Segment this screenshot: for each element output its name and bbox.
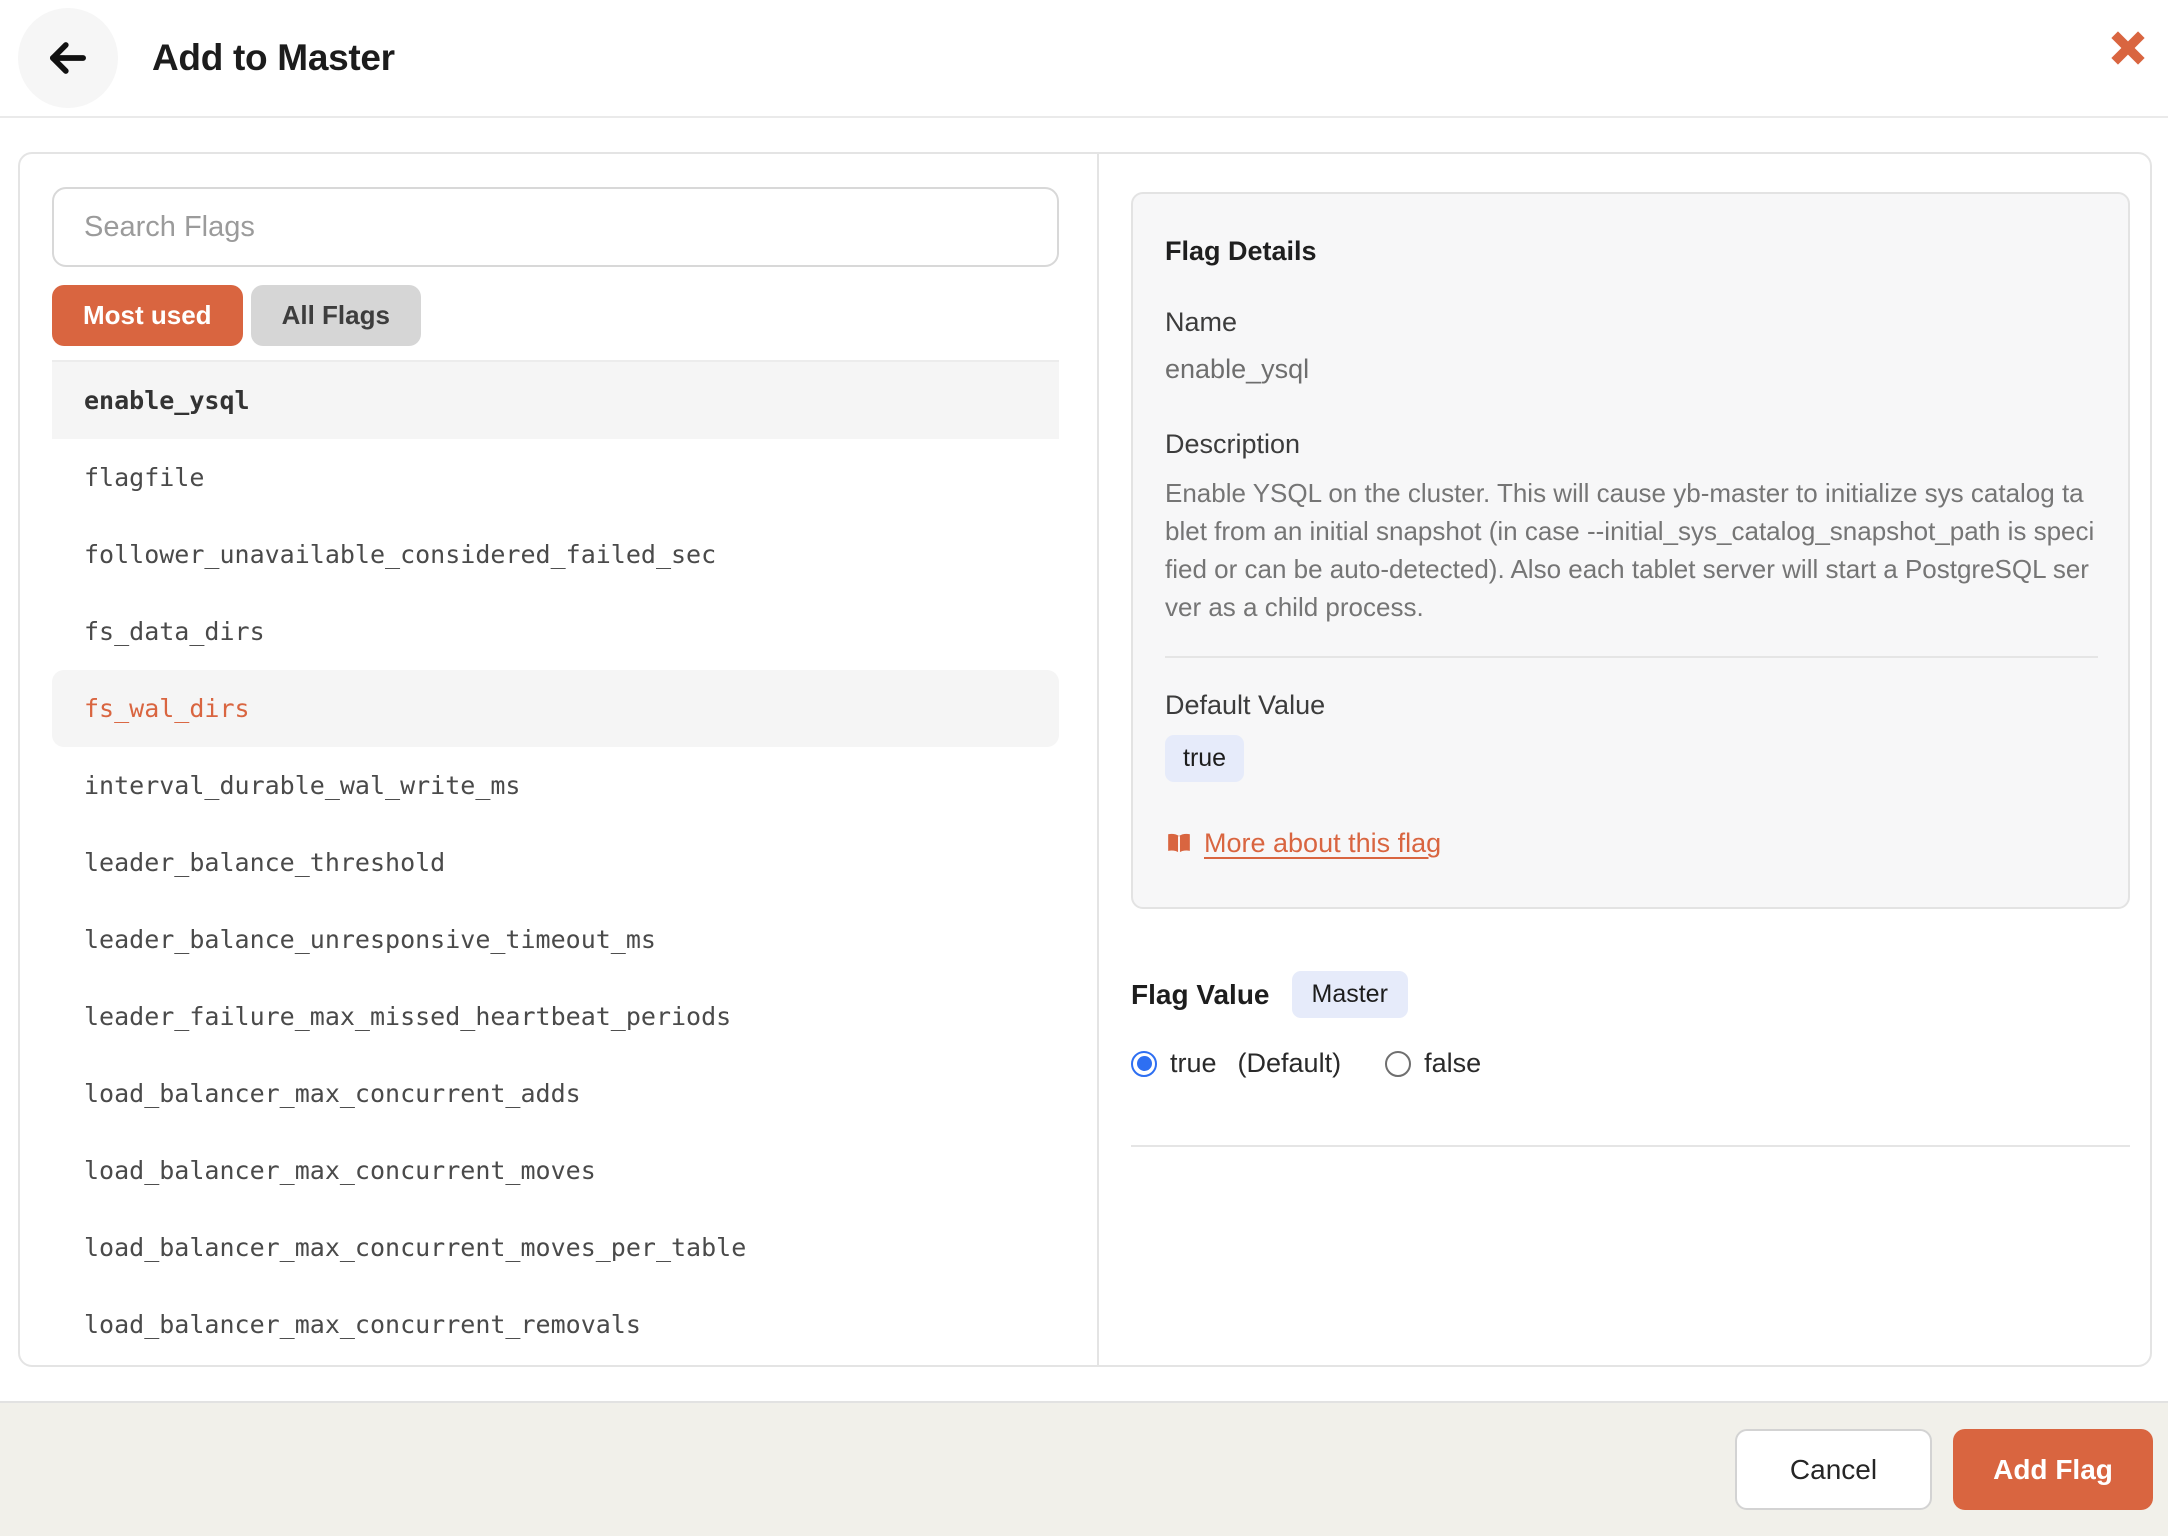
more-link-label: More about this flag [1204,828,1441,859]
flag-list-item[interactable]: load_balancer_max_concurrent_adds [52,1055,1059,1132]
flag-list-item[interactable]: load_balancer_max_concurrent_moves_per_t… [52,1209,1059,1286]
radio-option-true[interactable]: true (Default) [1131,1048,1341,1079]
radio-label-suffix: (Default) [1238,1048,1342,1079]
description-label: Description [1165,429,2098,460]
flag-value-radio-group: true (Default) false [1131,1048,2130,1079]
flag-list-item[interactable]: leader_balance_threshold [52,824,1059,901]
flag-list-pane: Most used All Flags enable_ysql flagfile… [20,154,1099,1365]
flag-list-item[interactable]: fs_wal_dirs [52,670,1059,747]
radio-selected-icon [1131,1051,1157,1077]
arrow-left-icon [42,32,94,84]
default-value-badge: true [1165,735,1244,782]
flag-list-item[interactable]: fs_data_dirs [52,593,1059,670]
section-divider [1131,1145,2130,1147]
more-about-flag-link[interactable]: More about this flag [1165,828,1441,859]
master-badge: Master [1292,971,1408,1018]
flag-list-item[interactable]: load_balancer_max_concurrent_removals [52,1286,1059,1363]
search-input[interactable] [52,187,1059,267]
book-open-icon [1165,831,1193,857]
back-button[interactable] [18,8,118,108]
flag-list-item[interactable]: follower_unavailable_considered_failed_s… [52,516,1059,593]
add-flag-button[interactable]: Add Flag [1953,1429,2153,1510]
name-label: Name [1165,307,2098,338]
name-value: enable_ysql [1165,354,2098,385]
flag-details-card: Flag Details Name enable_ysql Descriptio… [1131,192,2130,909]
flag-details-title: Flag Details [1165,236,2098,267]
flag-list: enable_ysql flagfile follower_unavailabl… [52,362,1059,1363]
modal-header: Add to Master [0,0,2168,118]
flag-value-row: Flag Value Master [1131,971,2130,1018]
default-value-label: Default Value [1165,690,2098,721]
radio-label: false [1424,1048,1481,1079]
radio-option-false[interactable]: false [1385,1048,1481,1079]
card-divider [1165,656,2098,658]
flag-list-item[interactable]: enable_ysql [52,362,1059,439]
modal-content: Most used All Flags enable_ysql flagfile… [18,152,2152,1367]
flag-list-item[interactable]: leader_failure_max_missed_heartbeat_peri… [52,978,1059,1055]
flag-value-label: Flag Value [1131,979,1270,1011]
modal-footer: Cancel Add Flag [0,1401,2168,1536]
filter-toggle-group: Most used All Flags [52,285,1059,346]
flag-list-item[interactable]: leader_balance_unresponsive_timeout_ms [52,901,1059,978]
close-icon [2107,28,2149,68]
flag-list-item[interactable]: load_balancer_max_concurrent_moves [52,1132,1059,1209]
radio-unselected-icon [1385,1051,1411,1077]
radio-label: true [1170,1048,1217,1079]
description-text: Enable YSQL on the cluster. This will ca… [1165,474,2098,626]
filter-most-used[interactable]: Most used [52,285,243,346]
filter-all-flags[interactable]: All Flags [251,285,421,346]
modal-title: Add to Master [152,37,395,79]
close-button[interactable] [2102,22,2154,74]
flag-list-item[interactable]: interval_durable_wal_write_ms [52,747,1059,824]
cancel-button[interactable]: Cancel [1735,1429,1932,1510]
flag-details-pane: Flag Details Name enable_ysql Descriptio… [1099,154,2150,1365]
flag-list-item[interactable]: flagfile [52,439,1059,516]
